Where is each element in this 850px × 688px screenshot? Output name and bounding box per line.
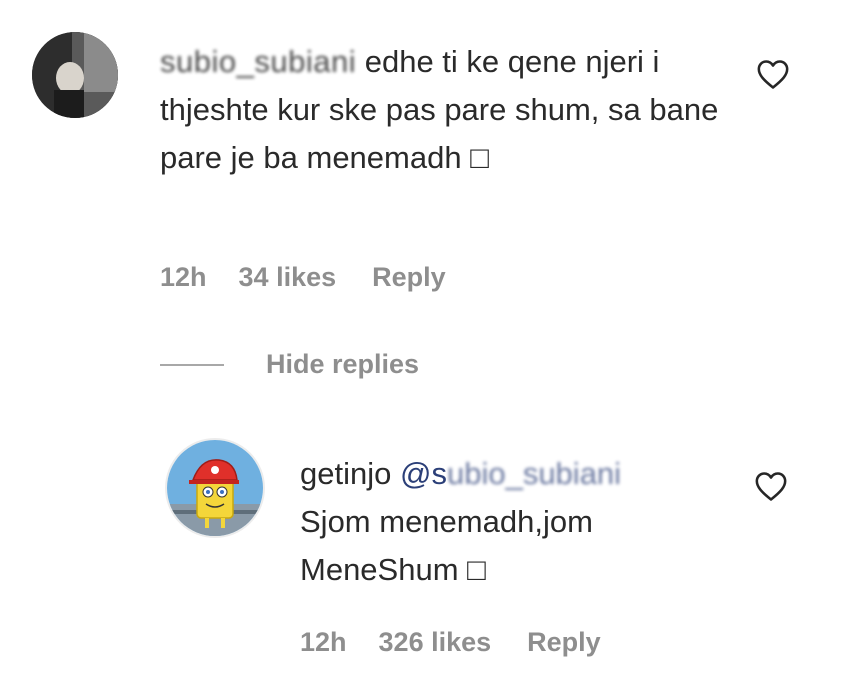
reply-button[interactable]: Reply bbox=[372, 262, 446, 293]
hide-replies-button[interactable]: Hide replies bbox=[160, 349, 419, 380]
avatar[interactable] bbox=[165, 438, 265, 538]
cartoon-avatar-icon bbox=[167, 440, 263, 536]
comment-username[interactable]: getinjo bbox=[300, 456, 391, 491]
comment-text-block: subio_subiani edhe ti ke qene njeri i th… bbox=[160, 38, 720, 182]
avatar[interactable] bbox=[32, 32, 118, 118]
hide-replies-label: Hide replies bbox=[266, 349, 420, 379]
like-heart-icon[interactable] bbox=[754, 470, 788, 502]
comment-meta: 12h 34 likes Reply bbox=[160, 262, 446, 293]
mention-link[interactable]: @subio_subiani bbox=[400, 456, 621, 491]
divider-line bbox=[160, 363, 224, 366]
comment-text: Sjom menemadh,jom MeneShum □ bbox=[300, 504, 593, 587]
comment-text-block: getinjo @subio_subiani Sjom menemadh,jom… bbox=[300, 450, 720, 594]
comment-likes[interactable]: 34 likes bbox=[239, 262, 337, 293]
comment-username[interactable]: subio_subiani bbox=[160, 44, 356, 79]
mention-prefix: @s bbox=[399, 456, 447, 491]
like-heart-icon[interactable] bbox=[756, 58, 790, 90]
avatar-photo-icon bbox=[32, 32, 118, 118]
comment-meta: 12h 326 likes Reply bbox=[300, 627, 601, 658]
comment-time[interactable]: 12h bbox=[300, 627, 347, 658]
comment-likes[interactable]: 326 likes bbox=[379, 627, 492, 658]
mention-rest: ubio_subiani bbox=[446, 456, 622, 491]
comment-time[interactable]: 12h bbox=[160, 262, 207, 293]
reply-button[interactable]: Reply bbox=[527, 627, 601, 658]
